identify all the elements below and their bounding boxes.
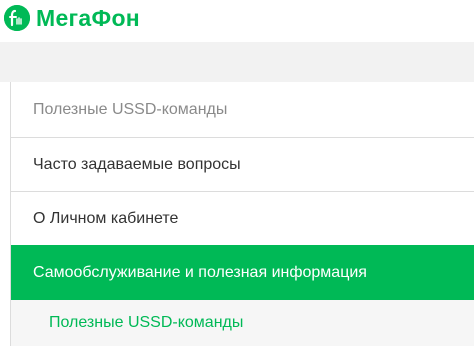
side-menu: Полезные USSD-команды Часто задаваемые в… [10, 82, 474, 346]
brand-logo[interactable]: МегаФон [4, 4, 140, 32]
menu-item-faq[interactable]: Часто задаваемые вопросы [11, 137, 474, 191]
submenu: Полезные USSD-команды [11, 300, 474, 346]
brand-name: МегаФон [36, 4, 140, 31]
menu-item-ussd-commands[interactable]: Полезные USSD-команды [11, 82, 474, 137]
menu-item-label: Самообслуживание и полезная информация [33, 264, 367, 281]
menu-item-label: Полезные USSD-команды [33, 100, 228, 118]
header-divider-band [0, 42, 474, 82]
megafon-logo-icon [4, 5, 30, 31]
menu-item-about-account[interactable]: О Личном кабинете [11, 191, 474, 245]
menu-item-label: О Личном кабинете [33, 209, 179, 227]
menu-item-self-service[interactable]: Самообслуживание и полезная информация [11, 245, 474, 300]
submenu-item-ussd-commands[interactable]: Полезные USSD-команды [49, 314, 243, 332]
menu-item-label: Часто задаваемые вопросы [33, 155, 241, 173]
header: МегаФон [0, 0, 474, 42]
